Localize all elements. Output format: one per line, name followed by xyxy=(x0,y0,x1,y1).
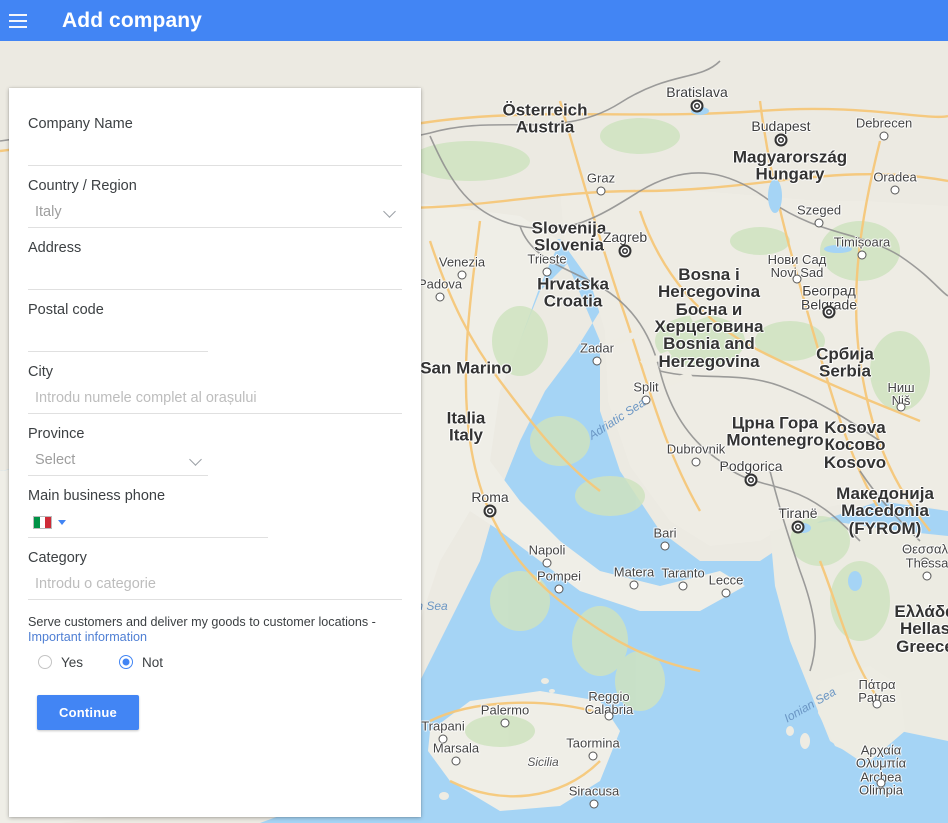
field-label: Address xyxy=(28,240,82,256)
map-city-marker xyxy=(890,185,900,195)
map-city-marker xyxy=(641,395,651,405)
form-field-address: Address xyxy=(28,228,402,290)
app-root: Österreich Austria Magyarország Hungary Sl… xyxy=(0,0,948,823)
map-city-marker xyxy=(691,457,701,467)
consent-text-block: Serve customers and deliver my goods to … xyxy=(28,600,402,646)
field-phone-input[interactable] xyxy=(28,507,268,538)
map-city-marker xyxy=(876,778,886,788)
radio-label-yes: Yes xyxy=(61,654,84,670)
radio-option-yes[interactable]: Yes xyxy=(38,655,83,670)
form-field-city: City Introdu numele complet al orașului xyxy=(28,352,402,414)
map-city-marker xyxy=(451,756,461,766)
map-city-marker xyxy=(896,402,906,412)
map-city-marker xyxy=(500,718,510,728)
field-placeholder: Introdu numele complet al orașului xyxy=(35,390,257,406)
map-city-marker xyxy=(721,588,731,598)
map-city-marker xyxy=(660,541,670,551)
radio-dot-not[interactable] xyxy=(119,655,134,670)
italy-flag-icon xyxy=(33,515,52,529)
form-field-country-region: Country / Region Italy xyxy=(28,166,402,228)
consent-text: Serve customers and deliver my goods to … xyxy=(28,615,376,629)
map-capital-marker xyxy=(744,473,758,487)
chevron-down-icon[interactable] xyxy=(58,519,66,525)
app-header: Add company xyxy=(0,0,948,41)
map-city-marker xyxy=(814,218,824,228)
chevron-down-icon[interactable] xyxy=(190,454,202,466)
field-input[interactable] xyxy=(28,259,402,290)
radio-option-not[interactable]: Not xyxy=(119,655,163,670)
map-city-marker xyxy=(629,580,639,590)
map-capital-marker xyxy=(822,305,836,319)
add-company-form-card: Company Name Country / Region Italy Address… xyxy=(9,88,421,817)
continue-button[interactable]: Continue xyxy=(37,694,139,730)
map-city-marker xyxy=(678,581,688,591)
field-select[interactable]: Italy xyxy=(28,197,402,228)
form-field-province: Province Select xyxy=(28,414,402,476)
radio-label-not: Not xyxy=(142,654,164,670)
form-field-main-business-phone: Main business phone xyxy=(28,476,402,538)
map-city-marker xyxy=(920,557,930,567)
field-label: Category xyxy=(28,550,87,566)
map-city-marker xyxy=(542,267,552,277)
form-field-postal-code: Postal code xyxy=(28,290,402,352)
map-city-marker xyxy=(872,699,882,709)
field-label: Main business phone xyxy=(28,488,166,504)
radio-dot-yes[interactable] xyxy=(38,655,52,670)
form-fields: Company Name Country / Region Italy Address… xyxy=(9,88,421,600)
hamburger-menu-icon[interactable] xyxy=(9,13,27,28)
consent-section: Serve customers and deliver my goods to … xyxy=(9,600,421,730)
map-city-marker xyxy=(596,186,606,196)
map-city-marker xyxy=(604,711,614,721)
field-input[interactable]: Introdu numele complet al orașului xyxy=(28,383,402,414)
map-city-marker xyxy=(438,734,448,744)
form-field-category: Category Introdu o categorie xyxy=(28,538,402,600)
map-capital-marker xyxy=(690,99,704,113)
map-capital-marker xyxy=(774,133,788,147)
field-input[interactable] xyxy=(28,321,208,352)
map-city-marker xyxy=(792,274,802,284)
map-city-marker xyxy=(879,131,889,141)
map-city-marker xyxy=(857,250,867,260)
consent-radio-group: Yes Not xyxy=(28,646,402,670)
field-value: Italy xyxy=(35,204,62,220)
map-city-marker xyxy=(589,799,599,809)
map-capital-marker xyxy=(483,504,497,518)
field-select[interactable]: Select xyxy=(28,445,208,476)
page-title: Add company xyxy=(62,8,202,32)
field-label: City xyxy=(28,364,53,380)
map-capital-marker xyxy=(618,244,632,258)
field-placeholder: Introdu o categorie xyxy=(35,576,156,592)
important-information-link[interactable]: Important information xyxy=(28,630,147,644)
map-city-marker xyxy=(922,571,932,581)
map-city-marker xyxy=(554,584,564,594)
form-field-company-name: Company Name xyxy=(28,104,402,166)
map-city-marker xyxy=(457,270,467,280)
field-label: Country / Region xyxy=(28,178,137,194)
field-value: Select xyxy=(35,452,76,468)
map-city-marker xyxy=(588,751,598,761)
field-label: Postal code xyxy=(28,302,104,318)
chevron-down-icon[interactable] xyxy=(384,206,396,218)
map-capital-marker xyxy=(791,520,805,534)
field-input[interactable]: Introdu o categorie xyxy=(28,569,402,600)
field-input[interactable] xyxy=(28,135,402,166)
map-city-marker xyxy=(592,356,602,366)
field-label: Company Name xyxy=(28,116,133,132)
map-city-marker xyxy=(435,292,445,302)
field-label: Province xyxy=(28,426,85,442)
map-city-marker xyxy=(542,558,552,568)
